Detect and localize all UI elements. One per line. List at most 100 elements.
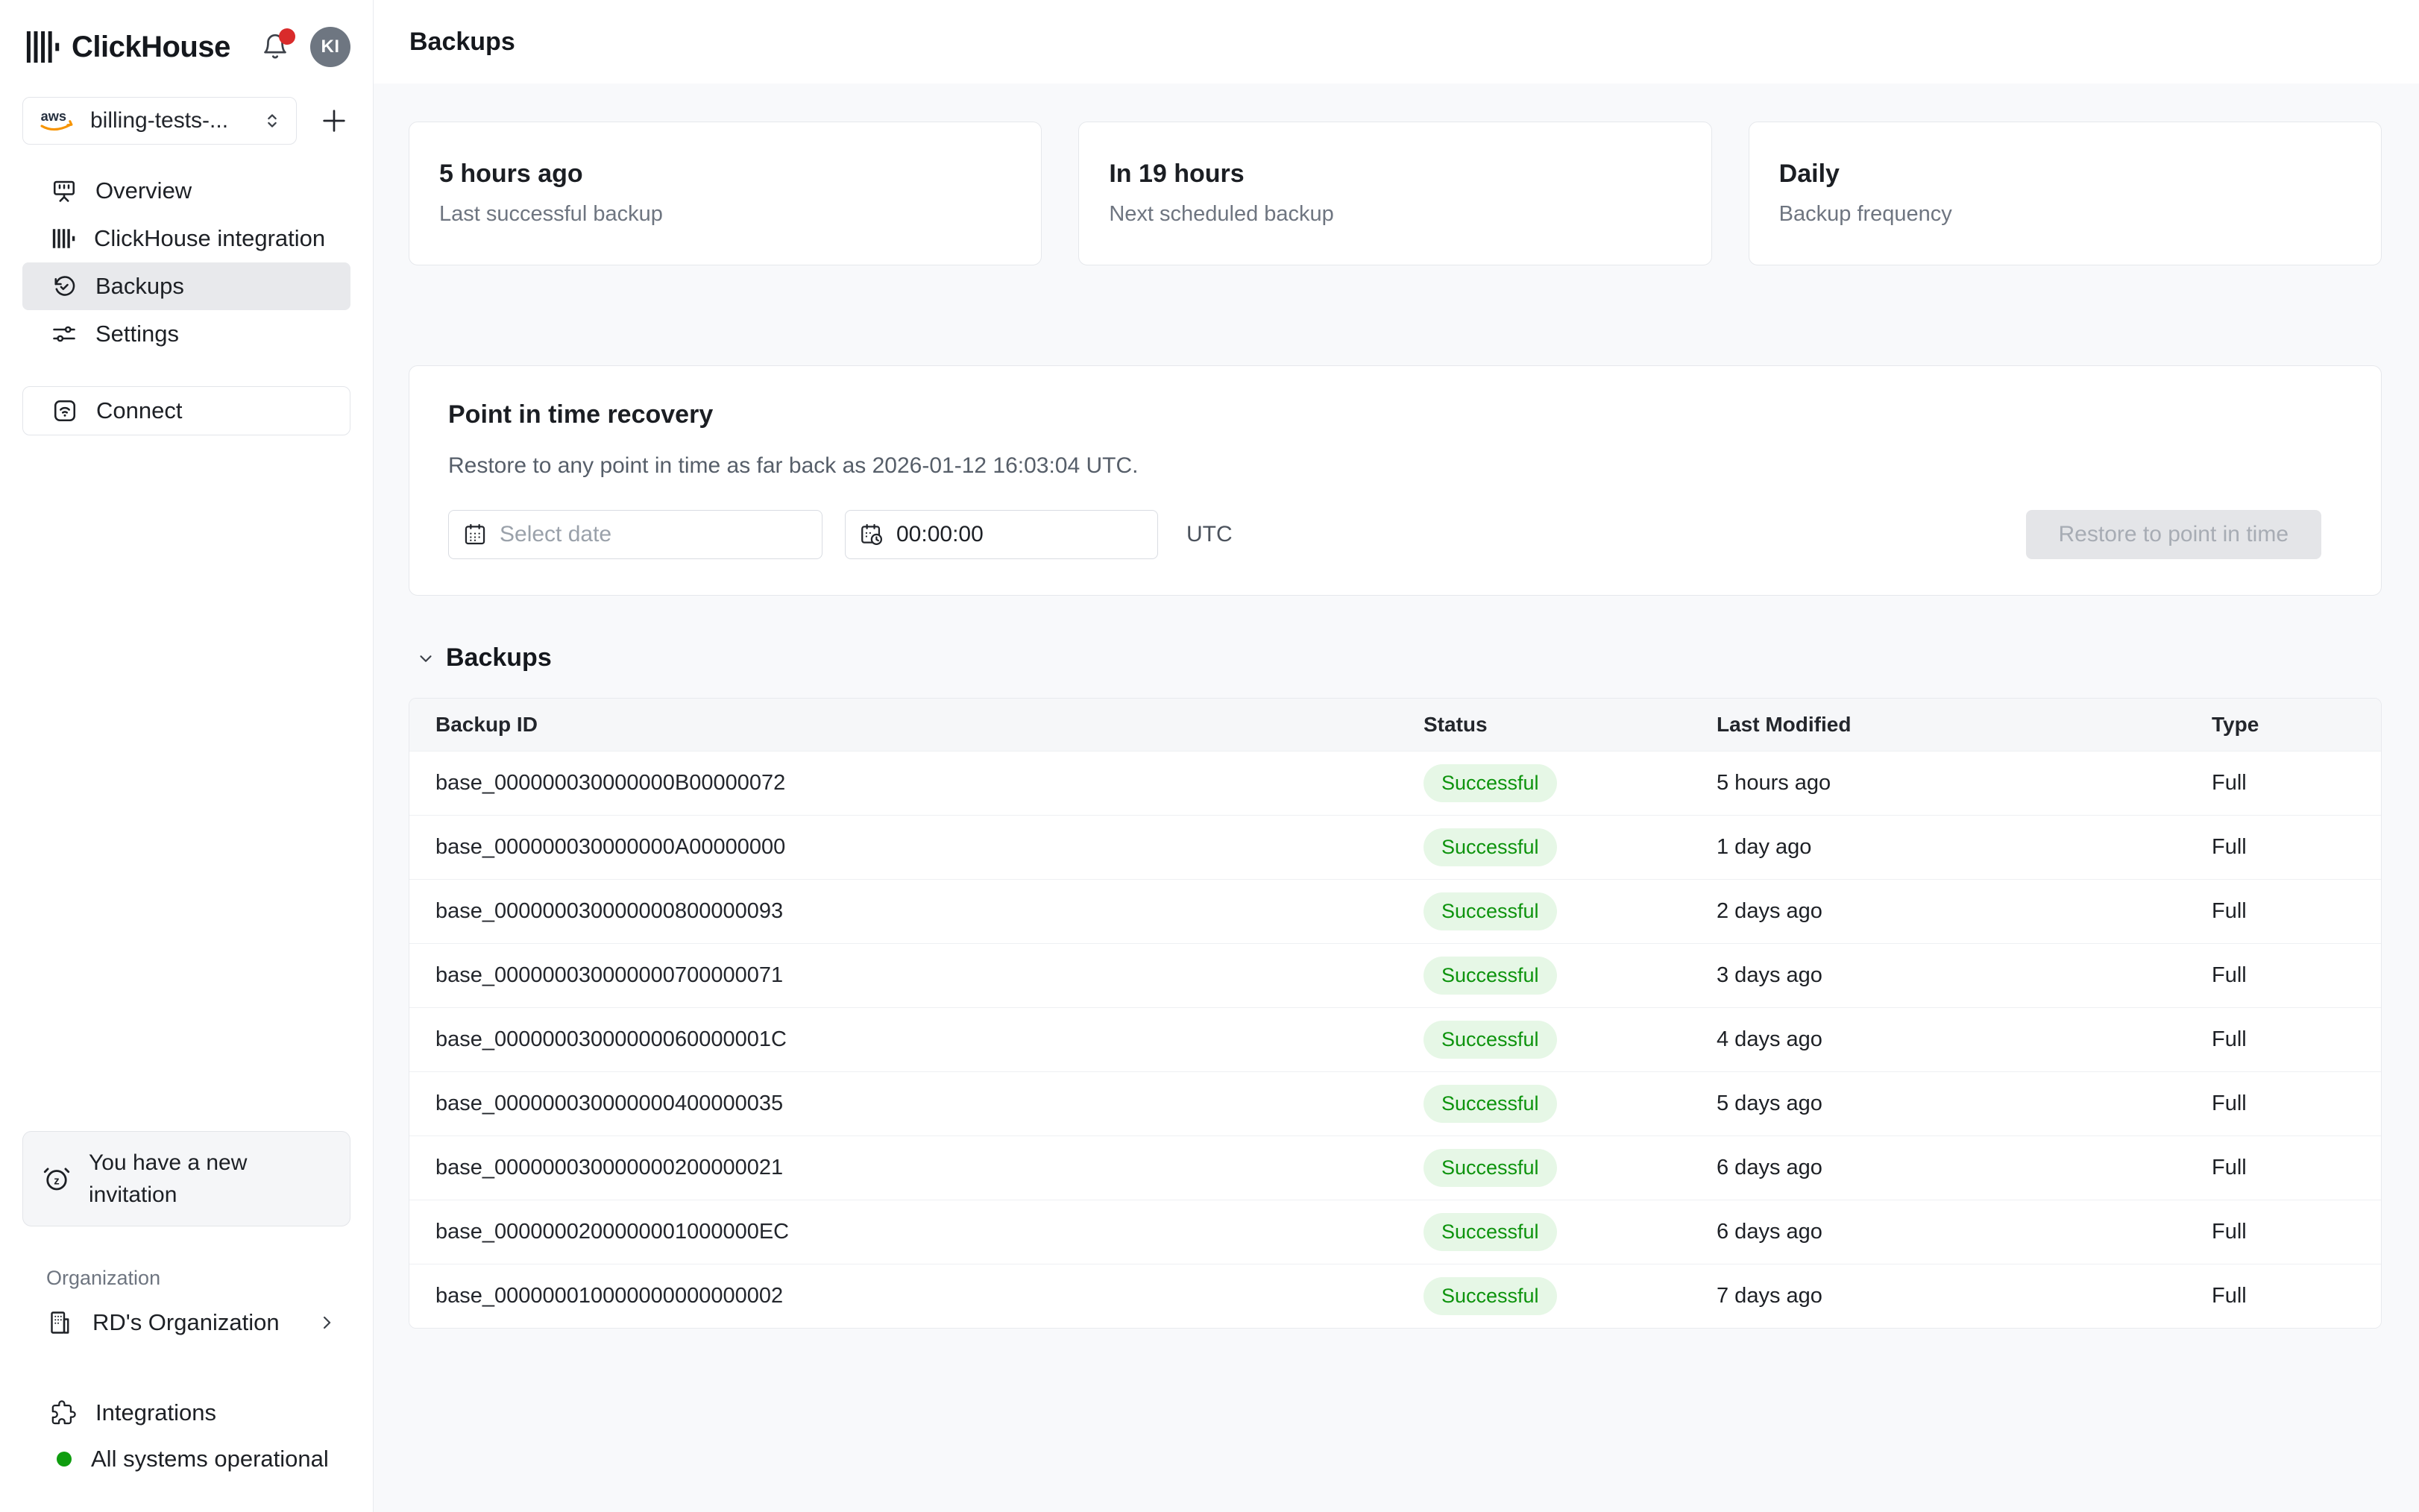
type-cell: Full xyxy=(2212,1284,2381,1308)
stat-value: Daily xyxy=(1779,160,2351,189)
type-cell: Full xyxy=(2212,963,2381,988)
sidebar-item-label: Backups xyxy=(95,273,184,300)
clickhouse-logo-icon xyxy=(25,30,60,64)
column-header-backup-id: Backup ID xyxy=(409,713,1424,737)
status-label: All systems operational xyxy=(91,1446,329,1472)
invitation-alarm-icon: z xyxy=(41,1163,72,1194)
last-modified-cell: 7 days ago xyxy=(1717,1284,2212,1308)
table-row[interactable]: base_0000000200000001000000EC Successful… xyxy=(409,1200,2381,1264)
calendar-icon xyxy=(462,522,488,547)
sidebar-item-label: ClickHouse integration xyxy=(94,225,325,252)
brand-row: ClickHouse KI xyxy=(0,0,373,69)
chevron-right-icon xyxy=(316,1312,337,1333)
chevron-down-icon xyxy=(416,649,435,668)
backup-id-cell: base_000000030000000200000021 xyxy=(409,1156,1424,1180)
column-header-last-modified: Last Modified xyxy=(1717,713,2212,737)
puzzle-icon xyxy=(51,1400,76,1426)
chevron-up-down-icon xyxy=(262,110,283,131)
overview-icon xyxy=(51,177,78,204)
sidebar-item-clickhouse-integration[interactable]: ClickHouse integration xyxy=(22,215,350,262)
status-badge: Successful xyxy=(1424,957,1557,995)
status-badge: Successful xyxy=(1424,1085,1557,1123)
stats-row: 5 hours ago Last successful backup In 19… xyxy=(409,122,2382,265)
sidebar-item-overview[interactable]: Overview xyxy=(22,167,350,215)
column-header-status: Status xyxy=(1424,713,1717,737)
sidebar-item-label: Overview xyxy=(95,177,192,204)
invitation-line1: You have a new xyxy=(89,1150,247,1175)
date-input-placeholder: Select date xyxy=(500,522,611,547)
collapse-backups-button[interactable] xyxy=(416,649,435,668)
invitation-card[interactable]: z You have a new invitation xyxy=(22,1131,350,1226)
add-service-button[interactable] xyxy=(318,104,350,137)
table-row[interactable]: base_000000030000000A00000000 Successful… xyxy=(409,815,2381,879)
table-row[interactable]: base_000000010000000000000002 Successful… xyxy=(409,1264,2381,1328)
organization-section-label: Organization xyxy=(46,1267,373,1290)
table-row[interactable]: base_000000030000000200000021 Successful… xyxy=(409,1135,2381,1200)
connect-icon xyxy=(51,397,78,424)
backup-id-cell: base_000000030000000800000093 xyxy=(409,899,1424,924)
table-row[interactable]: base_000000030000000800000093 Successful… xyxy=(409,879,2381,943)
system-status[interactable]: All systems operational xyxy=(0,1436,373,1482)
last-modified-cell: 4 days ago xyxy=(1717,1027,2212,1052)
stat-card-frequency: Daily Backup frequency xyxy=(1749,122,2382,265)
content: 5 hours ago Last successful backup In 19… xyxy=(374,84,2419,1512)
last-modified-cell: 5 days ago xyxy=(1717,1092,2212,1116)
backup-id-cell: base_00000003000000060000001C xyxy=(409,1027,1424,1052)
sidebar-item-integrations[interactable]: Integrations xyxy=(0,1390,373,1436)
sidebar: ClickHouse KI aws xyxy=(0,0,374,1512)
type-cell: Full xyxy=(2212,1220,2381,1244)
type-cell: Full xyxy=(2212,835,2381,860)
status-badge: Successful xyxy=(1424,1277,1557,1315)
plus-icon xyxy=(319,106,349,136)
organization-selector[interactable]: RD's Organization xyxy=(22,1299,350,1346)
sidebar-nav: Overview ClickHouse integration xyxy=(0,167,373,358)
type-cell: Full xyxy=(2212,1092,2381,1116)
time-input-value: 00:00:00 xyxy=(896,522,984,547)
backups-section-header: Backups xyxy=(409,643,2382,672)
status-badge: Successful xyxy=(1424,1213,1557,1251)
user-avatar[interactable]: KI xyxy=(310,27,350,67)
status-badge: Successful xyxy=(1424,764,1557,802)
last-modified-cell: 5 hours ago xyxy=(1717,771,2212,796)
sidebar-item-settings[interactable]: Settings xyxy=(22,310,350,358)
sidebar-item-backups[interactable]: Backups xyxy=(22,262,350,310)
aws-icon: aws xyxy=(37,107,78,135)
status-dot-icon xyxy=(57,1452,72,1467)
time-input[interactable]: 00:00:00 xyxy=(845,510,1158,559)
table-row[interactable]: base_000000030000000B00000072 Successful… xyxy=(409,751,2381,815)
notifications-button[interactable] xyxy=(258,30,292,64)
stat-value: In 19 hours xyxy=(1109,160,1681,189)
sidebar-bottom: Integrations All systems operational xyxy=(0,1390,373,1482)
service-selector[interactable]: aws billing-tests-... xyxy=(22,97,297,145)
type-cell: Full xyxy=(2212,899,2381,924)
table-row[interactable]: base_00000003000000060000001C Successful… xyxy=(409,1007,2381,1071)
connect-label: Connect xyxy=(96,397,182,424)
stat-label: Backup frequency xyxy=(1779,202,2351,227)
backups-table: Backup ID Status Last Modified Type base… xyxy=(409,698,2382,1329)
pitr-controls: Select date 00:00:00 xyxy=(448,510,2342,559)
invitation-line2: invitation xyxy=(89,1182,177,1207)
type-cell: Full xyxy=(2212,1027,2381,1052)
last-modified-cell: 2 days ago xyxy=(1717,899,2212,924)
connect-button[interactable]: Connect xyxy=(22,386,350,435)
status-badge: Successful xyxy=(1424,892,1557,930)
table-row[interactable]: base_000000030000000400000035 Successful… xyxy=(409,1071,2381,1135)
backup-id-cell: base_000000030000000400000035 xyxy=(409,1092,1424,1116)
last-modified-cell: 6 days ago xyxy=(1717,1220,2212,1244)
restore-button[interactable]: Restore to point in time xyxy=(2026,510,2321,559)
timezone-label: UTC xyxy=(1186,522,1233,547)
brand-name: ClickHouse xyxy=(72,31,230,64)
sidebar-spacer xyxy=(0,435,373,1131)
brand-actions: KI xyxy=(258,27,350,67)
settings-sliders-icon xyxy=(51,321,78,347)
table-row[interactable]: base_000000030000000700000071 Successful… xyxy=(409,943,2381,1007)
page-title: Backups xyxy=(409,28,515,57)
status-badge: Successful xyxy=(1424,1021,1557,1059)
last-modified-cell: 6 days ago xyxy=(1717,1156,2212,1180)
date-input[interactable]: Select date xyxy=(448,510,822,559)
pitr-card: Point in time recovery Restore to any po… xyxy=(409,365,2382,596)
backup-id-cell: base_000000030000000A00000000 xyxy=(409,835,1424,860)
backup-id-cell: base_0000000200000001000000EC xyxy=(409,1220,1424,1244)
last-modified-cell: 3 days ago xyxy=(1717,963,2212,988)
stat-card-next-backup: In 19 hours Next scheduled backup xyxy=(1078,122,1711,265)
